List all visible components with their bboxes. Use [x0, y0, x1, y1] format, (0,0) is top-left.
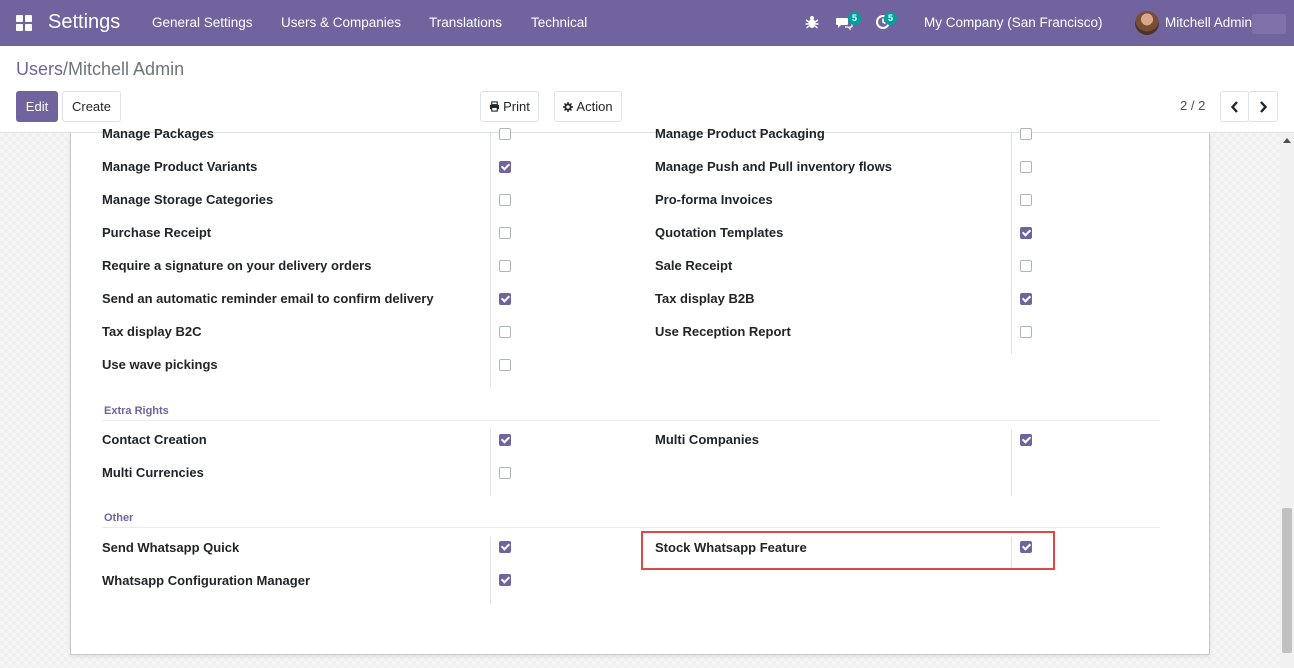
- field-label-contact-creation: Contact Creation: [102, 432, 207, 447]
- checkbox-contact-creation[interactable]: [499, 434, 511, 446]
- checkbox-sale-receipt[interactable]: [1020, 260, 1032, 272]
- print-icon: [490, 101, 500, 112]
- user-avatar[interactable]: [1135, 11, 1159, 35]
- gear-icon: [563, 101, 574, 112]
- action-label: Action: [576, 99, 613, 114]
- checkbox-tax-display-b2c[interactable]: [499, 326, 511, 338]
- field-label-sale-receipt: Sale Receipt: [655, 258, 733, 273]
- menu-translations[interactable]: Translations: [429, 15, 502, 30]
- pager-value[interactable]: 2 / 2: [1180, 98, 1205, 113]
- checkbox-manage-product-packaging[interactable]: [1020, 128, 1032, 140]
- edit-button[interactable]: Edit: [16, 91, 58, 122]
- control-panel: Users/Mitchell Admin Edit Create Print A…: [0, 46, 1294, 133]
- breadcrumb-current: Mitchell Admin: [68, 59, 185, 79]
- scrollbar-thumb[interactable]: [1282, 508, 1292, 653]
- field-label-multi-companies: Multi Companies: [655, 432, 760, 447]
- menu-technical[interactable]: Technical: [531, 15, 587, 30]
- pager-previous-button[interactable]: [1220, 91, 1249, 122]
- field-label-whatsapp-config-manager: Whatsapp Configuration Manager: [102, 573, 310, 588]
- checkbox-tax-display-b2b[interactable]: [1020, 293, 1032, 305]
- checkbox-send-whatsapp-quick[interactable]: [499, 541, 511, 553]
- debug-bug-icon[interactable]: [804, 14, 820, 30]
- print-label: Print: [503, 99, 530, 114]
- breadcrumb-users-link[interactable]: Users: [16, 59, 63, 79]
- app-brand[interactable]: Settings: [48, 11, 120, 34]
- checkbox-pro-forma-invoices[interactable]: [1020, 194, 1032, 206]
- activities-count-badge: 5: [884, 12, 898, 25]
- checkbox-manage-product-variants[interactable]: [499, 161, 511, 173]
- column-divider: [490, 133, 491, 387]
- field-label-manage-product-variants: Manage Product Variants: [102, 159, 258, 174]
- field-label-manage-product-packaging: Manage Product Packaging: [655, 126, 825, 141]
- column-divider: [490, 537, 491, 604]
- checkbox-multi-companies[interactable]: [1020, 434, 1032, 446]
- field-label-push-pull-flows: Manage Push and Pull inventory flows: [655, 159, 892, 174]
- user-database-label: [1252, 14, 1286, 34]
- checkbox-whatsapp-config-manager[interactable]: [499, 574, 511, 586]
- field-label-pro-forma-invoices: Pro-forma Invoices: [655, 192, 773, 207]
- field-label-quotation-templates: Quotation Templates: [655, 225, 784, 240]
- checkbox-manage-packages[interactable]: [499, 128, 511, 140]
- field-label-use-wave-pickings: Use wave pickings: [102, 357, 218, 372]
- checkbox-require-signature[interactable]: [499, 260, 511, 272]
- menu-general-settings[interactable]: General Settings: [152, 15, 253, 30]
- field-label-manage-storage-categories: Manage Storage Categories: [102, 192, 274, 207]
- checkbox-use-reception-report[interactable]: [1020, 326, 1032, 338]
- messages-count-badge: 5: [848, 12, 862, 25]
- checkbox-quotation-templates[interactable]: [1020, 227, 1032, 239]
- field-label-multi-currencies: Multi Currencies: [102, 465, 204, 480]
- field-label-send-whatsapp-quick: Send Whatsapp Quick: [102, 540, 240, 555]
- user-menu[interactable]: Mitchell Admin: [1165, 15, 1252, 30]
- group-title-other: Other: [104, 512, 134, 524]
- menu-users-companies[interactable]: Users & Companies: [281, 15, 401, 30]
- company-switcher[interactable]: My Company (San Francisco): [924, 15, 1103, 30]
- group-separator: [102, 420, 1160, 421]
- checkbox-reminder-email[interactable]: [499, 293, 511, 305]
- checkbox-use-wave-pickings[interactable]: [499, 359, 511, 371]
- field-label-tax-display-b2c: Tax display B2C: [102, 324, 202, 339]
- scroll-up-arrow-icon[interactable]: [1283, 138, 1291, 143]
- highlight-box: [641, 531, 1055, 570]
- breadcrumb: Users/Mitchell Admin: [16, 59, 184, 80]
- print-button[interactable]: Print: [480, 91, 539, 122]
- checkbox-multi-currencies[interactable]: [499, 467, 511, 479]
- checkbox-push-pull-flows[interactable]: [1020, 161, 1032, 173]
- apps-menu-icon[interactable]: [16, 15, 32, 31]
- pager-next-button[interactable]: [1248, 91, 1278, 122]
- action-button[interactable]: Action: [554, 91, 622, 122]
- field-label-tax-display-b2b: Tax display B2B: [655, 291, 755, 306]
- chevron-left-icon: [1230, 100, 1238, 113]
- column-divider: [1011, 429, 1012, 496]
- group-title-extra-rights: Extra Rights: [104, 405, 169, 417]
- checkbox-manage-storage-categories[interactable]: [499, 194, 511, 206]
- field-label-reminder-email: Send an automatic reminder email to conf…: [102, 291, 434, 306]
- top-navbar: Settings General Settings Users & Compan…: [0, 0, 1294, 46]
- checkbox-purchase-receipt[interactable]: [499, 227, 511, 239]
- vertical-scrollbar[interactable]: [1280, 133, 1294, 668]
- group-separator: [102, 527, 1160, 528]
- create-button[interactable]: Create: [62, 91, 121, 122]
- field-label-use-reception-report: Use Reception Report: [655, 324, 791, 339]
- field-label-manage-packages: Manage Packages: [102, 126, 215, 141]
- field-label-purchase-receipt: Purchase Receipt: [102, 225, 212, 240]
- column-divider: [1011, 133, 1012, 354]
- field-label-require-signature: Require a signature on your delivery ord…: [102, 258, 372, 273]
- column-divider: [490, 429, 491, 496]
- chevron-right-icon: [1260, 100, 1268, 113]
